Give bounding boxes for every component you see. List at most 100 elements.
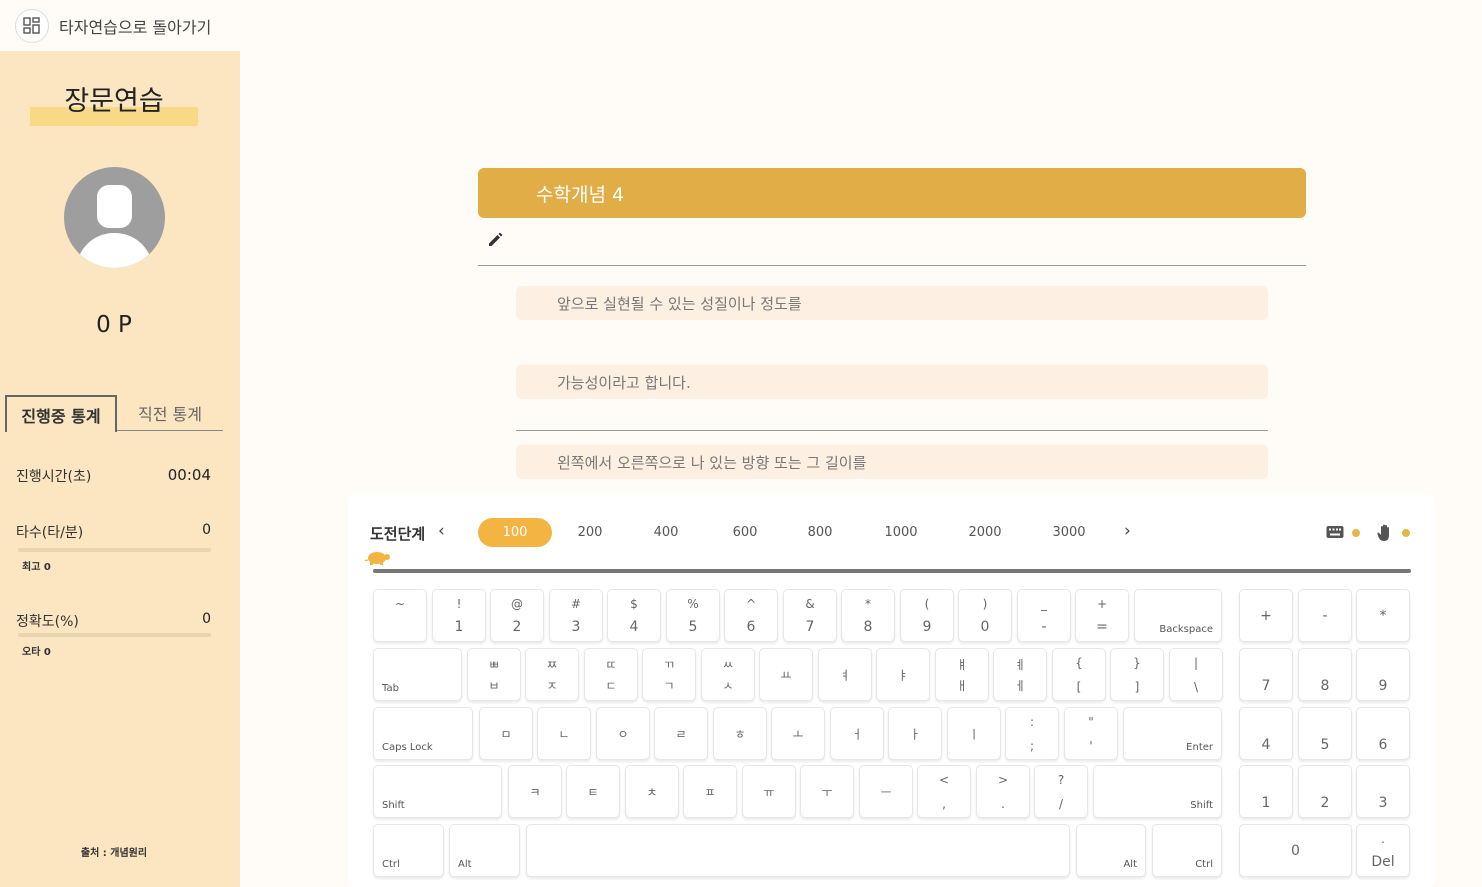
level-option[interactable]: 200: [553, 518, 627, 547]
numpad-7[interactable]: 7: [1239, 648, 1293, 701]
numpad-minus[interactable]: -: [1298, 589, 1352, 642]
key-t[interactable]: ㅆㅅ: [701, 648, 755, 701]
level-option[interactable]: 100: [478, 518, 552, 547]
key-equals[interactable]: + =: [1075, 589, 1129, 642]
key-v[interactable]: ㅍ: [683, 765, 737, 818]
numpad-multiply[interactable]: *: [1356, 589, 1410, 642]
input-underline[interactable]: [478, 265, 1306, 266]
numpad-0[interactable]: 0: [1239, 824, 1352, 877]
key-label: Tab: [382, 683, 399, 694]
key-label: 2: [1320, 795, 1330, 811]
pencil-icon: [486, 231, 504, 249]
key-ctrl-left[interactable]: Ctrl: [373, 824, 444, 877]
key-e[interactable]: ㄸㄷ: [584, 648, 638, 701]
speed-bar: [18, 548, 211, 552]
key-j[interactable]: ㅓ: [830, 707, 884, 760]
key-shift-right[interactable]: Shift: [1093, 765, 1222, 818]
key-r[interactable]: ㄲㄱ: [642, 648, 696, 701]
key-backspace[interactable]: Backspace: [1134, 589, 1222, 642]
numpad-1[interactable]: 1: [1239, 765, 1293, 818]
key-k[interactable]: ㅏ: [888, 707, 942, 760]
key-5[interactable]: % 5: [666, 589, 720, 642]
key-i[interactable]: ㅑ: [876, 648, 930, 701]
key-b[interactable]: ㅠ: [742, 765, 796, 818]
key-bracket-right[interactable]: }]: [1110, 648, 1164, 701]
key-ctrl-right[interactable]: Ctrl: [1152, 824, 1222, 877]
key-4[interactable]: $4: [607, 589, 661, 642]
level-option[interactable]: 2000: [948, 518, 1022, 547]
level-option[interactable]: 600: [708, 518, 782, 547]
key-6[interactable]: ^ 6: [724, 589, 778, 642]
key-f[interactable]: ㄹ: [654, 707, 708, 760]
key-0[interactable]: ) 0: [958, 589, 1012, 642]
key-o[interactable]: ㅒㅐ: [935, 648, 989, 701]
key-9[interactable]: (9: [900, 589, 954, 642]
key-8[interactable]: * 8: [841, 589, 895, 642]
key-l[interactable]: ㅣ: [947, 707, 1001, 760]
key-capslock[interactable]: Caps Lock: [373, 707, 473, 760]
next-level-button[interactable]: ›: [1124, 521, 1131, 541]
key-alt-left[interactable]: Alt: [449, 824, 520, 877]
key-lower: ㅓ: [851, 727, 863, 741]
numpad-9[interactable]: 9: [1356, 648, 1410, 701]
key-a[interactable]: ㅁ: [479, 707, 533, 760]
key-n[interactable]: ㅜ: [800, 765, 854, 818]
key-q[interactable]: ㅃㅂ: [467, 648, 521, 701]
prev-level-button[interactable]: ‹: [438, 521, 445, 541]
key-space[interactable]: [526, 824, 1070, 877]
key-shift-left[interactable]: Shift: [373, 765, 502, 818]
key-semicolon[interactable]: :;: [1005, 707, 1059, 760]
stat-accuracy-value: 0: [202, 611, 211, 627]
key-period[interactable]: >.: [976, 765, 1030, 818]
numpad-5[interactable]: 5: [1298, 707, 1352, 760]
numpad-plus[interactable]: +: [1239, 589, 1293, 642]
key-comma[interactable]: <,: [917, 765, 971, 818]
key-d[interactable]: ㅇ: [596, 707, 650, 760]
tab-previous-stats[interactable]: 직전 통계: [117, 395, 223, 431]
numpad-4[interactable]: 4: [1239, 707, 1293, 760]
numpad-del[interactable]: . Del: [1356, 824, 1410, 877]
key-quote[interactable]: " ': [1064, 707, 1118, 760]
level-option[interactable]: 400: [629, 518, 703, 547]
key-h[interactable]: ㅗ: [771, 707, 825, 760]
numpad-8[interactable]: 8: [1298, 648, 1352, 701]
key-y[interactable]: ㅛ: [759, 648, 813, 701]
key-tab[interactable]: Tab: [373, 648, 462, 701]
key-3[interactable]: #3: [549, 589, 603, 642]
key-s[interactable]: ㄴ: [537, 707, 591, 760]
back-to-typing-button[interactable]: 타자연습으로 돌아가기: [0, 0, 240, 53]
key-c[interactable]: ㅊ: [625, 765, 679, 818]
key-alt-right[interactable]: Alt: [1076, 824, 1146, 877]
numpad-6[interactable]: 6: [1356, 707, 1410, 760]
passage-title-banner: 수학개념 4: [478, 168, 1306, 218]
keyboard-icon[interactable]: [1326, 524, 1346, 540]
level-option[interactable]: 800: [783, 518, 857, 547]
key-label: Del: [1371, 854, 1395, 870]
level-option[interactable]: 1000: [864, 518, 938, 547]
key-lower: ㄴ: [558, 727, 570, 741]
key-7[interactable]: & 7: [783, 589, 837, 642]
key-z[interactable]: ㅋ: [508, 765, 562, 818]
key-p[interactable]: ㅖㅔ: [993, 648, 1047, 701]
key-backslash[interactable]: | \: [1169, 648, 1223, 701]
key-1[interactable]: ! 1: [432, 589, 486, 642]
key-u[interactable]: ㅕ: [818, 648, 872, 701]
typing-input[interactable]: [516, 430, 1268, 431]
key-x[interactable]: ㅌ: [566, 765, 620, 818]
key-2[interactable]: @2: [490, 589, 544, 642]
key-g[interactable]: ㅎ: [713, 707, 767, 760]
key-w[interactable]: ㅉㅈ: [525, 648, 579, 701]
tab-current-stats[interactable]: 진행중 통계: [5, 395, 117, 432]
key-minus[interactable]: _ -: [1017, 589, 1071, 642]
avatar-body: [76, 233, 153, 268]
numpad-3[interactable]: 3: [1356, 765, 1410, 818]
key-bracket-left[interactable]: {[: [1052, 648, 1106, 701]
key-m[interactable]: ㅡ: [859, 765, 913, 818]
hand-icon[interactable]: [1377, 524, 1397, 541]
level-option[interactable]: 3000: [1032, 518, 1106, 547]
key-enter[interactable]: Enter: [1123, 707, 1222, 760]
numpad-2[interactable]: 2: [1298, 765, 1352, 818]
key-tilde[interactable]: ~: [373, 589, 427, 642]
key-slash[interactable]: ? /: [1034, 765, 1088, 818]
key-lower: ㅠ: [763, 785, 775, 799]
